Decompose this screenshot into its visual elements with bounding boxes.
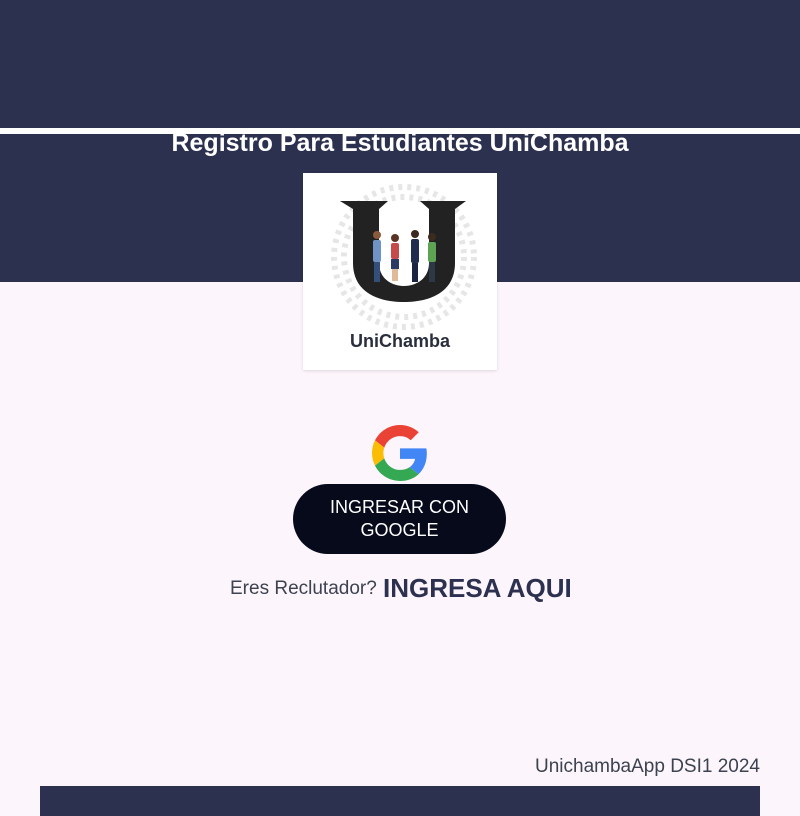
google-login-button[interactable]: INGRESAR CON GOOGLE — [293, 484, 506, 554]
recruiter-question: Eres Reclutador? — [230, 578, 377, 599]
page-title: Registro Para Estudiantes UniChamba — [171, 129, 629, 157]
logo-text: UniChamba — [349, 331, 450, 351]
google-icon[interactable] — [372, 425, 428, 481]
unichamba-logo-icon — [331, 184, 477, 330]
top-app-bar — [0, 0, 800, 128]
footer-text: UnichambaApp DSI1 2024 — [535, 756, 760, 777]
bottom-bar — [40, 786, 760, 816]
logo-card: UniChamba — [303, 173, 497, 370]
recruiter-login-link[interactable]: INGRESA AQUI — [383, 573, 572, 604]
google-login-button-label: INGRESAR CON GOOGLE — [329, 497, 470, 540]
